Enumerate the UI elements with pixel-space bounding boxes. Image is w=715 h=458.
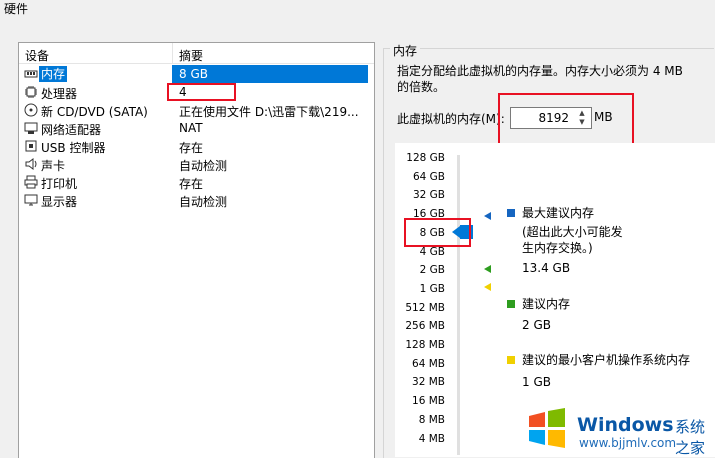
min-recommended-marker-icon <box>484 283 491 291</box>
column-header-summary[interactable]: 摘要 <box>179 47 203 64</box>
usb-icon <box>25 140 37 152</box>
device-summary: 正在使用文件 D:\迅雷下载\219... <box>179 105 359 119</box>
max-legend-square <box>507 209 515 217</box>
max-legend-note: (超出此大小可能发生内存交换。) <box>522 225 623 255</box>
device-row-sound[interactable]: 声卡 自动检测 <box>19 155 374 173</box>
printer-icon <box>24 175 38 189</box>
device-name: 处理器 <box>41 87 78 101</box>
device-name: 打印机 <box>41 177 78 191</box>
device-name: USB 控制器 <box>41 141 106 155</box>
device-name: 网络适配器 <box>41 123 102 137</box>
scale-label: 256 MB <box>405 320 445 333</box>
device-name: 新 CD/DVD (SATA) <box>41 105 148 119</box>
cd-icon <box>24 103 38 117</box>
highlight-memory-field <box>498 93 634 147</box>
scale-label: 128 GB <box>406 152 445 164</box>
min-legend-value: 1 GB <box>522 375 551 389</box>
scale-label: 512 MB <box>405 301 445 314</box>
device-row-usb[interactable]: USB 控制器 存在 <box>19 137 374 155</box>
watermark-brand: Windows <box>577 414 674 436</box>
device-summary: 自动检测 <box>179 159 228 173</box>
column-header-device[interactable]: 设备 <box>25 47 49 64</box>
device-summary: 存在 <box>179 177 204 191</box>
scale-label: 64 GB <box>412 170 445 183</box>
highlight-8gb-label <box>404 218 471 247</box>
rec-legend-value: 2 GB <box>522 318 551 332</box>
scale-label: 16 MB <box>412 395 445 408</box>
min-legend-square <box>507 356 515 364</box>
scale-label: 64 MB <box>412 357 445 370</box>
scale-label: 32 GB <box>412 189 445 202</box>
slider-track[interactable] <box>457 155 460 455</box>
watermark-url: www.bjjmlv.com <box>579 436 677 450</box>
memory-description: 指定分配给此虚拟机的内存量。内存大小必须为 4 MB 的倍数。 <box>397 64 683 94</box>
scale-label: 32 MB <box>412 376 445 389</box>
device-summary: 自动检测 <box>179 195 228 209</box>
device-summary: NAT <box>179 121 203 135</box>
window-title: 硬件 <box>4 2 29 16</box>
watermark: Windows 系统之家 www.bjjmlv.com <box>527 406 715 457</box>
device-summary: 8 GB <box>179 67 208 81</box>
scale-label: 2 GB <box>419 264 445 277</box>
memory-field-label: 此虚拟机的内存(M): <box>397 112 505 126</box>
rec-legend-square <box>507 300 515 308</box>
watermark-brand-cn: 系统之家 <box>675 418 706 457</box>
max-legend-value: 13.4 GB <box>522 261 571 275</box>
max-recommended-marker-icon <box>484 212 491 220</box>
cpu-icon <box>25 86 37 98</box>
recommended-marker-icon <box>484 265 491 273</box>
windows-logo-icon <box>529 408 565 448</box>
device-list[interactable]: 设备 摘要 内存 8 GB 处理器 4 新 CD/DVD (SATA) 正在使用… <box>18 42 375 458</box>
scale-label: 4 GB <box>419 245 445 258</box>
scale-labels: 128 GB 64 GB 32 GB 16 GB 8 GB 4 GB 2 GB 1 GB 512… <box>395 143 445 457</box>
device-summary: 存在 <box>179 141 204 155</box>
device-row-display[interactable]: 显示器 自动检测 <box>19 191 374 209</box>
scale-label: 8 MB <box>418 413 445 426</box>
device-name: 内存 <box>39 66 68 82</box>
memory-group-title: 内存 <box>390 42 421 59</box>
rec-legend-title: 建议内存 <box>522 297 571 311</box>
network-icon <box>24 122 38 134</box>
scale-label: 4 MB <box>418 432 445 445</box>
device-list-header: 设备 摘要 <box>19 43 374 64</box>
device-row-cd[interactable]: 新 CD/DVD (SATA) 正在使用文件 D:\迅雷下载\219... <box>19 101 374 119</box>
memory-icon <box>24 70 38 78</box>
device-row-memory[interactable]: 内存 8 GB <box>19 65 374 83</box>
monitor-icon <box>24 194 38 206</box>
min-legend-title: 建议的最小客户机操作系统内存 <box>522 353 691 367</box>
device-row-printer[interactable]: 打印机 存在 <box>19 173 374 191</box>
scale-label: 128 MB <box>405 339 445 351</box>
device-row-network[interactable]: 网络适配器 NAT <box>19 119 374 137</box>
speaker-icon <box>25 158 37 170</box>
max-legend-title: 最大建议内存 <box>522 206 595 220</box>
device-name: 显示器 <box>41 195 78 209</box>
highlight-processor-summary <box>167 83 236 101</box>
scale-label: 1 GB <box>419 282 445 295</box>
device-name: 声卡 <box>41 159 66 173</box>
